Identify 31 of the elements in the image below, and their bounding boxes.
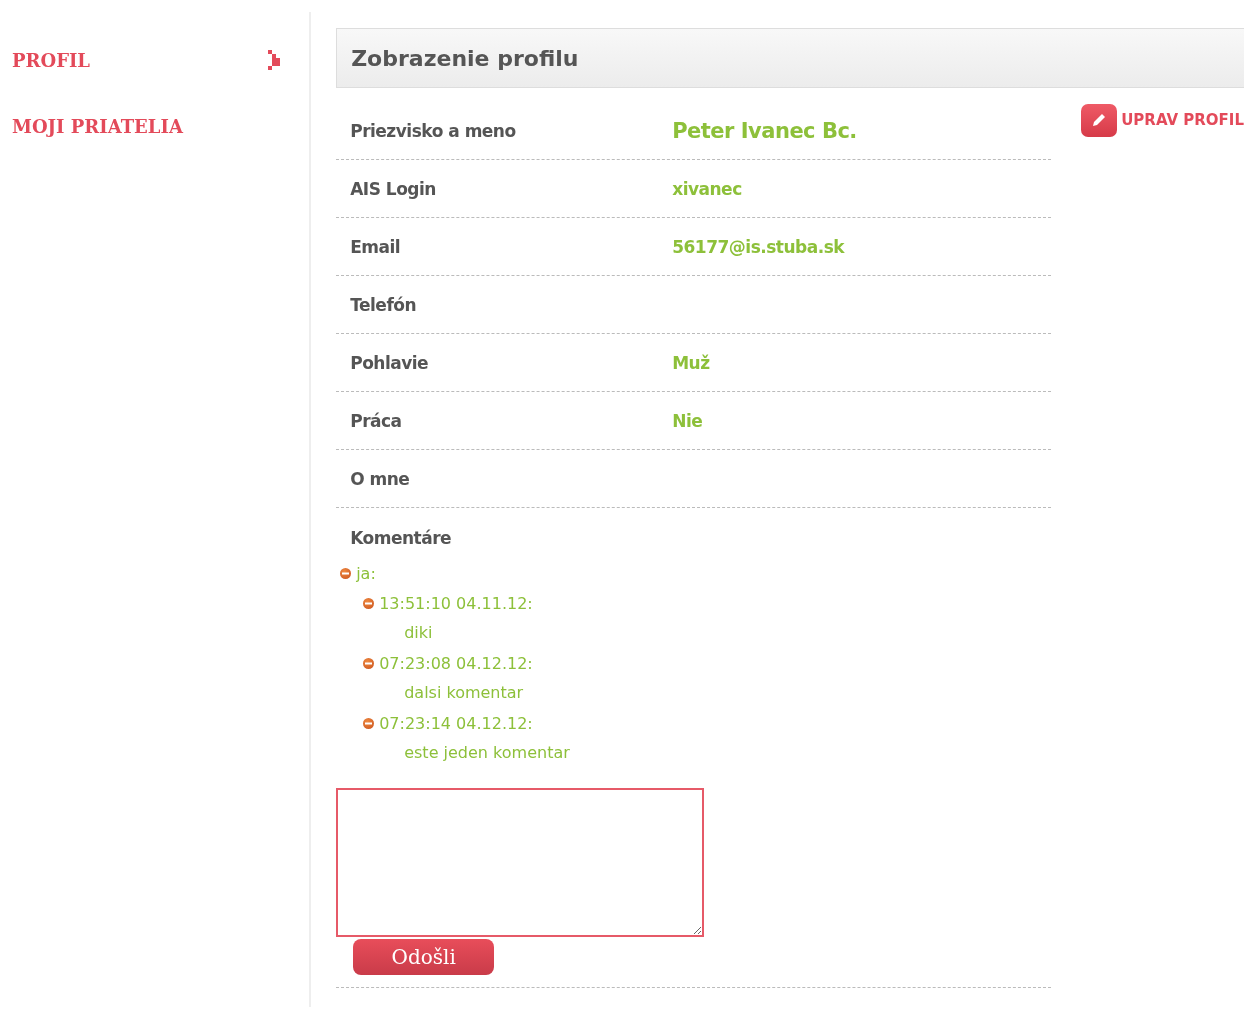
comment-author: ja: [356,563,376,583]
field-value: Nie [672,410,703,431]
collapse-icon[interactable] [340,567,352,579]
collapse-icon[interactable] [363,717,375,729]
comment-time: 13:51:10 04.11.12: [379,593,533,613]
comment-text: diki [403,622,434,644]
edit-profile-link[interactable]: UPRAV PROFIL [1081,102,1244,138]
field-label: Telefón [350,294,418,315]
sidebar-item[interactable]: MOJI PRIATELIA [0,112,310,140]
sidebar-item[interactable]: PROFIL [0,46,310,74]
field-label: O mne [350,468,411,489]
collapse-icon[interactable] [363,597,375,609]
submit-button[interactable]: Odošli [353,939,495,975]
collapse-icon[interactable] [363,657,375,669]
comment-time: 07:23:14 04.12.12: [379,713,533,733]
field-label: Email [350,236,402,257]
field-value: Peter Ivanec Bc. [672,118,857,143]
comment-field[interactable] [336,788,705,937]
comment-text: dalsi komentar [403,682,525,704]
field-label: AIS Login [350,178,437,199]
comment-text: este jeden komentar [403,742,571,764]
field-label: Komentáre [350,528,452,548]
field-value: 56177@is.stuba.sk [672,236,845,257]
field-label: Priezvisko a meno [350,120,517,141]
field-label: Pohlavie [350,352,430,373]
section-header: Zobrazenie profilu [336,28,1244,88]
field-value: Muž [672,352,710,373]
field-value: xivanec [672,178,742,199]
comment-time: 07:23:08 04.12.12: [379,653,533,673]
field-label: Práca [350,410,403,431]
chevron-icon [267,49,282,71]
